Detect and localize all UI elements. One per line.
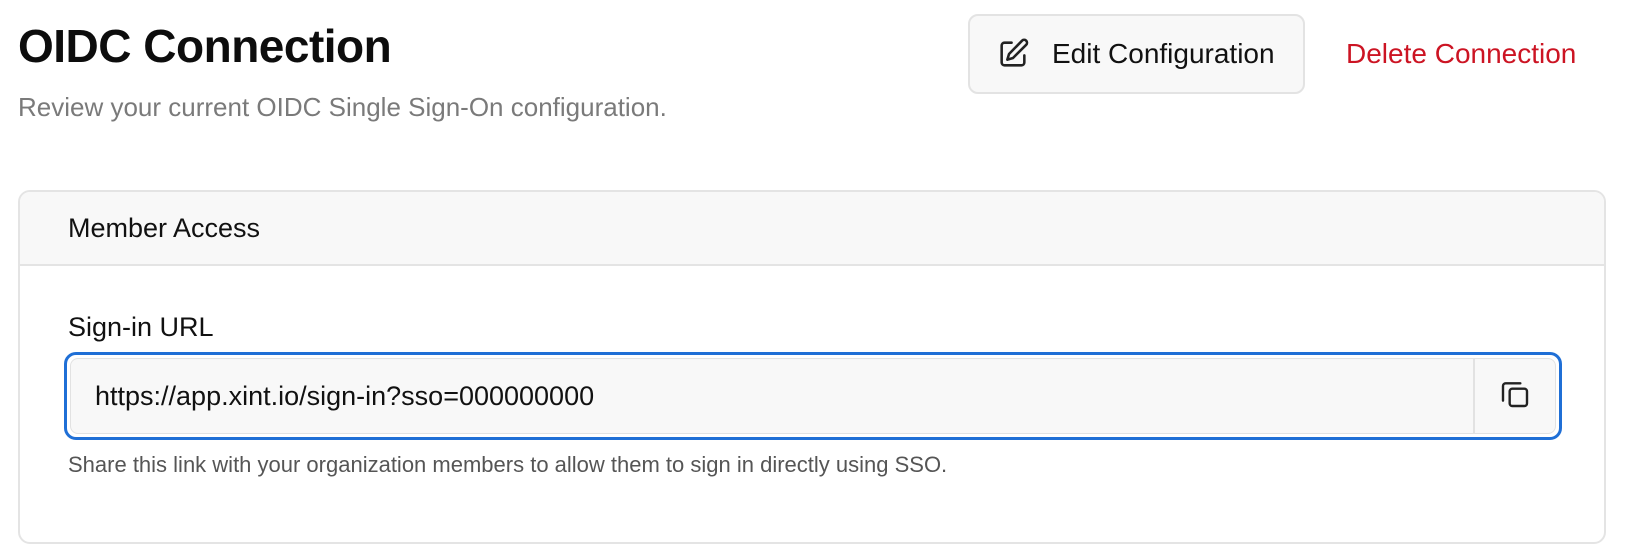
card-title: Member Access (68, 212, 261, 243)
sign-in-url-label: Sign-in URL (68, 312, 214, 342)
edit-icon (996, 37, 1030, 71)
oidc-connection-page: OIDC Connection Review your current OIDC… (0, 0, 1626, 560)
delete-connection-button[interactable]: Delete Connection (1346, 14, 1576, 94)
edit-configuration-button[interactable]: Edit Configuration (968, 14, 1305, 94)
sign-in-url-field[interactable]: https://app.xint.io/sign-in?sso=00000000… (64, 352, 1562, 440)
sign-in-url-value[interactable]: https://app.xint.io/sign-in?sso=00000000… (71, 381, 1473, 412)
member-access-card: Member Access Sign-in URL https://app.xi… (18, 190, 1606, 544)
card-header: Member Access (20, 192, 1604, 266)
page-subtitle: Review your current OIDC Single Sign-On … (18, 92, 667, 122)
sign-in-url-input-wrapper: https://app.xint.io/sign-in?sso=00000000… (70, 358, 1556, 434)
sign-in-url-help-text: Share this link with your organization m… (68, 452, 948, 477)
copy-url-button[interactable] (1473, 359, 1555, 433)
edit-configuration-label: Edit Configuration (1052, 38, 1275, 69)
copy-icon (1499, 378, 1531, 415)
page-title: OIDC Connection (18, 20, 392, 72)
